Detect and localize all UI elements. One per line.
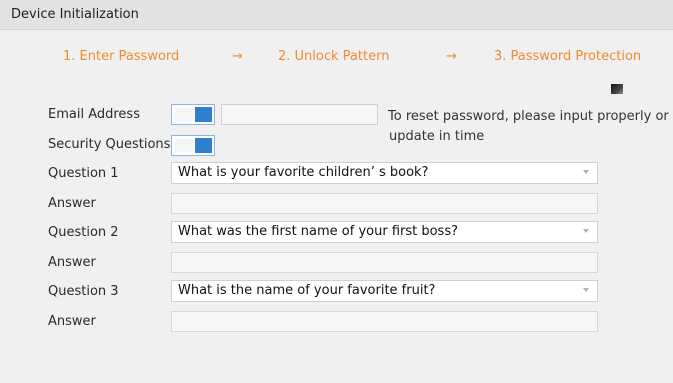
question-3-value: What is the name of your favorite fruit?	[178, 283, 436, 298]
question-2-value: What was the first name of your first bo…	[178, 224, 459, 239]
email-input[interactable]	[221, 104, 378, 125]
security-questions-toggle[interactable]	[171, 135, 215, 156]
answer-3-label: Answer	[48, 314, 96, 329]
chevron-down-icon	[583, 170, 589, 174]
window-title: Device Initialization	[11, 7, 139, 22]
answer-3-input[interactable]	[171, 311, 598, 332]
device-initialization-window: Device Initialization 1. Enter Password …	[0, 0, 673, 383]
toggle-track	[175, 139, 193, 152]
toggle-knob	[195, 138, 212, 153]
question-3-label: Question 3	[48, 284, 119, 299]
qr-code-icon[interactable]	[611, 84, 623, 94]
email-hint-line-2: update in time	[389, 129, 485, 144]
step-enter-password: 1. Enter Password	[63, 49, 180, 64]
arrow-right-icon: →	[446, 49, 457, 64]
answer-1-label: Answer	[48, 196, 96, 211]
step-indicator: 1. Enter Password → 2. Unlock Pattern → …	[0, 49, 673, 69]
email-hint: To reset password, please input properly…	[388, 107, 669, 147]
question-2-select[interactable]: What was the first name of your first bo…	[171, 221, 598, 243]
email-hint-line-1: To reset password, please input properly…	[388, 109, 669, 124]
email-address-label: Email Address	[48, 107, 140, 122]
question-1-value: What is your favorite children’ s book?	[178, 165, 429, 180]
arrow-right-icon: →	[232, 49, 243, 64]
question-3-select[interactable]: What is the name of your favorite fruit?	[171, 280, 598, 302]
toggle-knob	[195, 107, 212, 122]
question-2-label: Question 2	[48, 225, 119, 240]
title-bar: Device Initialization	[0, 0, 673, 30]
chevron-down-icon	[583, 288, 589, 292]
question-1-select[interactable]: What is your favorite children’ s book?	[171, 162, 598, 184]
security-questions-label: Security Questions	[48, 137, 171, 152]
question-1-label: Question 1	[48, 166, 119, 181]
toggle-track	[175, 108, 193, 121]
answer-2-label: Answer	[48, 255, 96, 270]
step-password-protection: 3. Password Protection	[494, 49, 642, 64]
answer-2-input[interactable]	[171, 252, 598, 273]
chevron-down-icon	[583, 229, 589, 233]
email-toggle[interactable]	[171, 104, 215, 125]
step-unlock-pattern: 2. Unlock Pattern	[278, 49, 390, 64]
answer-1-input[interactable]	[171, 193, 598, 214]
